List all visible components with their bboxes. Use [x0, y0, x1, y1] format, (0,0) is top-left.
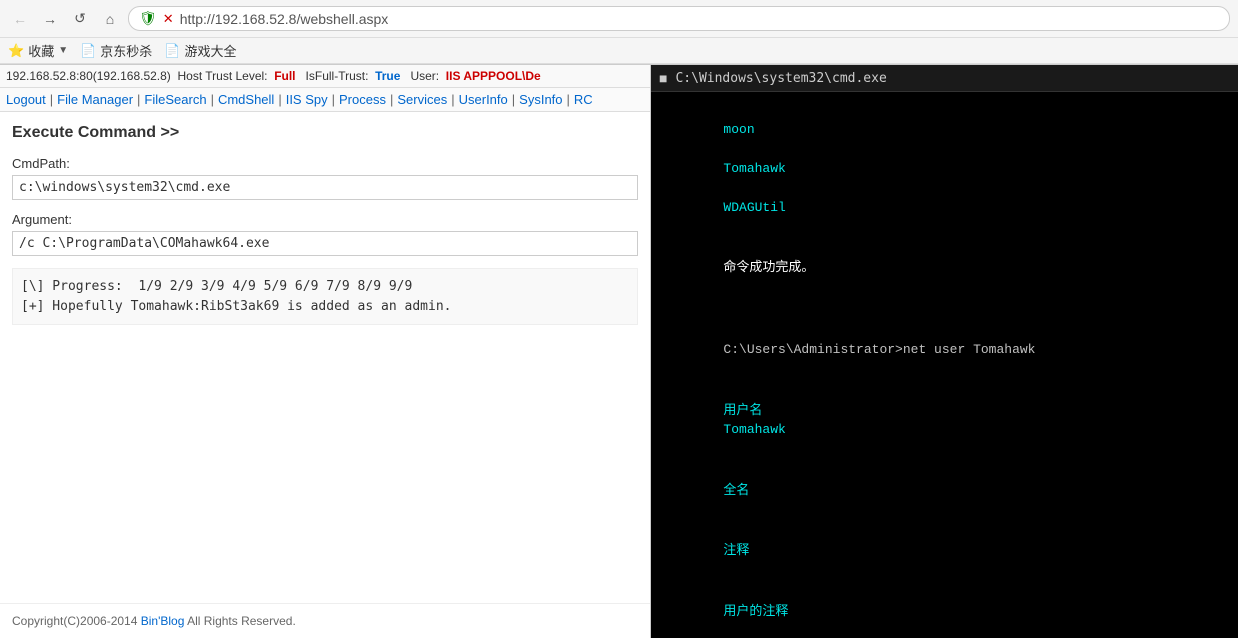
home-button[interactable]: ⌂ — [98, 7, 122, 31]
shield-icon: 🛡 — [139, 10, 157, 27]
sep1: | — [50, 92, 53, 107]
bookmark-games[interactable]: 📄 游戏大全 — [164, 41, 236, 60]
nav-userinfo[interactable]: UserInfo — [459, 92, 508, 107]
reload-button[interactable]: ↺ — [68, 7, 92, 31]
footer-post-text: All Rights Reserved. — [187, 614, 296, 628]
cmd-col-tomahawk: Tomahawk — [723, 161, 785, 176]
webshell-info-bar: 192.168.52.8:80(192.168.52.8) Host Trust… — [0, 65, 650, 88]
address-input[interactable] — [180, 11, 1219, 27]
bookmark-jd[interactable]: 📄 京东秒杀 — [80, 41, 152, 60]
webshell-nav: Logout | File Manager | FileSearch | Cmd… — [0, 88, 650, 112]
nav-rc[interactable]: RC — [574, 92, 593, 107]
bookmarks-bar: ⭐ 收藏 ▼ 📄 京东秒杀 📄 游戏大全 — [0, 38, 1238, 64]
cmdpath-input[interactable] — [12, 175, 638, 200]
page-icon-jd: 📄 — [80, 43, 96, 59]
cmd-kv-usercomment: 用户的注释 — [661, 582, 1228, 638]
cmd-icon: ■ — [659, 70, 667, 86]
sep2: | — [137, 92, 140, 107]
is-full-trust-label: IsFull-Trust: — [299, 69, 372, 83]
sep8: | — [512, 92, 515, 107]
bookmark-games-label: 游戏大全 — [185, 41, 237, 60]
user-value: IIS APPPOOL\De — [446, 69, 541, 83]
webshell-panel: 192.168.52.8:80(192.168.52.8) Host Trust… — [0, 65, 651, 638]
cmd-key-username: 用户名 — [723, 403, 1129, 418]
nav-logout[interactable]: Logout — [6, 92, 46, 107]
nav-sysinfo[interactable]: SysInfo — [519, 92, 562, 107]
cmd-header-line: moon Tomahawk WDAGUtil — [661, 100, 1228, 237]
execute-heading: Execute Command >> — [12, 124, 638, 142]
back-button[interactable]: ← — [8, 7, 32, 31]
cmd-panel: ■ C:\Windows\system32\cmd.exe moon Tomah… — [651, 65, 1238, 638]
cmd-col-moon: moon — [723, 122, 754, 137]
star-icon: ⭐ — [8, 43, 24, 59]
sep4: | — [278, 92, 281, 107]
output-area: [\] Progress: 1/9 2/9 3/9 4/9 5/9 6/9 7/… — [12, 268, 638, 325]
trust-level-value: Full — [274, 69, 295, 83]
cmd-col-wdagutil: WDAGUtil — [723, 200, 785, 215]
cmd-key-fullname: 全名 — [723, 483, 749, 498]
bookmark-favorites-label: 收藏 — [28, 41, 54, 60]
nav-file-search[interactable]: FileSearch — [144, 92, 206, 107]
cmd-key-usercomment: 用户的注释 — [723, 604, 788, 619]
broken-lock-icon: ✕ — [163, 11, 174, 27]
argument-input[interactable] — [12, 231, 638, 256]
nav-file-manager[interactable]: File Manager — [57, 92, 133, 107]
cmd-prompt-text: C:\Users\Administrator>net user Tomahawk — [723, 342, 1035, 357]
cmd-val-username: Tomahawk — [723, 422, 785, 437]
sep7: | — [451, 92, 454, 107]
cmd-col-spacer2 — [723, 180, 941, 195]
nav-services[interactable]: Services — [397, 92, 447, 107]
nav-iis-spy[interactable]: IIS Spy — [286, 92, 328, 107]
cmd-kv-username: 用户名 Tomahawk — [661, 381, 1228, 459]
bookmark-favorites[interactable]: ⭐ 收藏 ▼ — [8, 41, 68, 60]
cmd-col-spacer1 — [723, 141, 941, 156]
cmd-kv-fullname: 全名 — [661, 461, 1228, 520]
browser-chrome: ← → ↺ ⌂ 🛡 ✕ ⭐ 收藏 ▼ 📄 京东秒杀 📄 游戏大全 — [0, 0, 1238, 65]
cmd-prompt-line: C:\Users\Administrator>net user Tomahawk — [661, 321, 1228, 380]
info-bar-text: 192.168.52.8:80(192.168.52.8) Host Trust… — [6, 69, 271, 83]
cmdpath-label: CmdPath: — [12, 156, 638, 171]
sep9: | — [567, 92, 570, 107]
sep5: | — [332, 92, 335, 107]
browser-toolbar: ← → ↺ ⌂ 🛡 ✕ — [0, 0, 1238, 38]
user-label: User: — [404, 69, 443, 83]
argument-label: Argument: — [12, 212, 638, 227]
cmd-kv-comment: 注释 — [661, 522, 1228, 581]
cmd-titlebar: ■ C:\Windows\system32\cmd.exe — [651, 65, 1238, 92]
cmd-blank-1 — [661, 299, 1228, 319]
sep6: | — [390, 92, 393, 107]
main-content: 192.168.52.8:80(192.168.52.8) Host Trust… — [0, 65, 1238, 638]
sep3: | — [211, 92, 214, 107]
footer-pre-text: Copyright(C)2006-2014 — [12, 614, 141, 628]
cmd-body[interactable]: moon Tomahawk WDAGUtil 命令成功完成。 C:\Users\… — [651, 92, 1238, 638]
address-bar-container[interactable]: 🛡 ✕ — [128, 6, 1230, 31]
cmd-title-text: C:\Windows\system32\cmd.exe — [675, 71, 886, 86]
footer-blog-link[interactable]: Bin'Blog — [141, 614, 185, 628]
nav-cmdshell[interactable]: CmdShell — [218, 92, 274, 107]
is-full-trust-value: True — [375, 69, 400, 83]
cmd-success-text: 命令成功完成。 — [723, 260, 814, 275]
page-icon-games: 📄 — [164, 43, 180, 59]
nav-process[interactable]: Process — [339, 92, 386, 107]
dropdown-icon: ▼ — [58, 45, 68, 56]
cmd-key-comment: 注释 — [723, 543, 749, 558]
cmd-success-line: 命令成功完成。 — [661, 239, 1228, 298]
webshell-footer: Copyright(C)2006-2014 Bin'Blog All Right… — [0, 603, 650, 638]
bookmark-jd-label: 京东秒杀 — [100, 41, 152, 60]
forward-button[interactable]: → — [38, 7, 62, 31]
webshell-body: Execute Command >> CmdPath: Argument: [\… — [0, 112, 650, 603]
